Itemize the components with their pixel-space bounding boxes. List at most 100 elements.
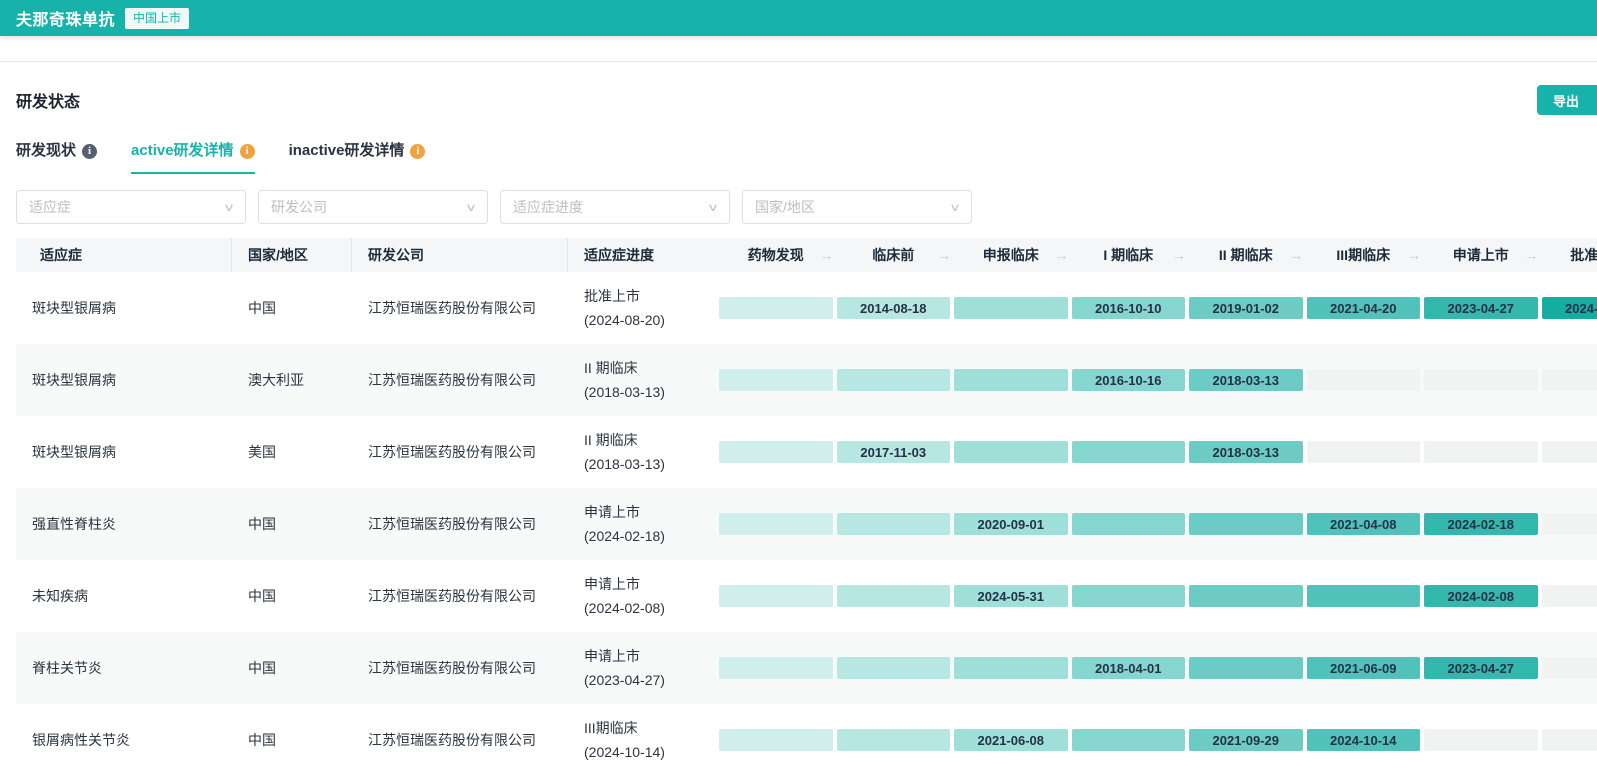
phase-bar: 2016-10-16 — [1072, 369, 1186, 391]
progress-cell: 申请上市(2024-02-18) — [568, 500, 717, 548]
chevron-down-icon: ∨ — [465, 201, 477, 214]
arrow-right-icon: → — [1055, 247, 1069, 263]
phase-bar — [1542, 513, 1597, 535]
arrow-right-icon: → — [1290, 247, 1304, 263]
phase-cell — [1305, 441, 1423, 463]
phase-bar — [1072, 585, 1186, 607]
indication-cell: 斑块型银屑病 — [16, 442, 232, 462]
phase-cell — [1540, 369, 1597, 391]
phase-bar: 2021-04-08 — [1307, 513, 1421, 535]
indication-cell: 银屑病性关节炎 — [16, 730, 232, 750]
subheader-strip — [0, 36, 1597, 62]
info-icon[interactable]: i — [240, 144, 255, 159]
filter-bar: 适应症∨ 研发公司 ∨ 适应症进度∨ 国家/地区∨ — [0, 174, 1597, 224]
phase-bar — [1189, 585, 1303, 607]
progress-status: 申请上市 — [584, 500, 717, 524]
phase-label: III期临床 — [1336, 245, 1390, 265]
phase-cell — [1305, 369, 1423, 391]
phase-bar — [1424, 729, 1538, 751]
arrow-right-icon: → — [1172, 247, 1186, 263]
phase-bar — [1072, 441, 1186, 463]
company-cell: 江苏恒瑞医药股份有限公司 — [352, 586, 568, 606]
tab-rd-overview[interactable]: 研发现状 i — [16, 142, 97, 174]
phase-cell: 2021-09-29 — [1187, 729, 1305, 751]
progress-cell: II 期临床(2018-03-13) — [568, 428, 717, 476]
phase-column-header: 药物发现 → — [717, 238, 835, 272]
table-row: 银屑病性关节炎中国江苏恒瑞医药股份有限公司III期临床(2024-10-14)2… — [16, 704, 1597, 762]
progress-date: (2023-04-27) — [584, 668, 717, 692]
phase-bar — [837, 657, 951, 679]
tab-bar: 研发现状 i active研发详情 i inactive研发详情 i — [0, 118, 1597, 174]
phase-bar — [837, 369, 951, 391]
export-button[interactable]: 导出 — [1537, 85, 1597, 115]
phase-label: I 期临床 — [1103, 245, 1153, 265]
table-row: 未知疾病中国江苏恒瑞医药股份有限公司申请上市(2024-02-08)2024-0… — [16, 560, 1597, 632]
drug-detail-page: 夫那奇珠单抗 中国上市 研发状态 导出 研发现状 i active研发详情 i … — [0, 0, 1597, 762]
phase-bar — [837, 585, 951, 607]
progress-date: (2024-02-08) — [584, 596, 717, 620]
progress-date: (2018-03-13) — [584, 452, 717, 476]
chevron-down-icon: ∨ — [949, 201, 961, 214]
tab-inactive-rd-details[interactable]: inactive研发详情 i — [289, 142, 426, 174]
phase-header-group: 药物发现→临床前→申报临床→I 期临床→II 期临床→III期临床→申请上市→批… — [717, 238, 1597, 272]
phase-bar: 2014-08-18 — [837, 297, 951, 319]
phase-cell — [1540, 441, 1597, 463]
phase-cell: 2023-04-27 — [1422, 297, 1540, 319]
col-header-region: 国家/地区 — [232, 238, 352, 272]
company-cell: 江苏恒瑞医药股份有限公司 — [352, 298, 568, 318]
filter-select-1[interactable]: 适应症∨ — [16, 190, 246, 224]
phase-column-header: 申请上市→ — [1422, 238, 1540, 272]
info-icon[interactable]: i — [82, 144, 97, 159]
phase-cell — [717, 297, 835, 319]
filter-select-2[interactable]: 研发公司 ∨ — [258, 190, 488, 224]
company-cell: 江苏恒瑞医药股份有限公司 — [352, 658, 568, 678]
phase-cell — [1540, 657, 1597, 679]
table-row: 斑块型银屑病中国江苏恒瑞医药股份有限公司批准上市(2024-08-20)2014… — [16, 272, 1597, 344]
phase-bar — [1542, 441, 1597, 463]
tab-label: 研发现状 — [16, 142, 76, 160]
phase-bar — [719, 729, 833, 751]
tab-active-rd-details[interactable]: active研发详情 i — [131, 142, 255, 174]
phase-cell: 2021-04-20 — [1305, 297, 1423, 319]
phase-cell: 2024-08-20 — [1540, 297, 1597, 319]
phase-bar: 2017-11-03 — [837, 441, 951, 463]
section-header: 研发状态 导出 — [0, 62, 1597, 118]
phase-cell — [1070, 729, 1188, 751]
phase-bar: 2024-10-14 — [1307, 729, 1421, 751]
phase-cell: 2018-03-13 — [1187, 369, 1305, 391]
phase-cell — [1540, 729, 1597, 751]
phase-cell: 2014-08-18 — [835, 297, 953, 319]
region-cell: 中国 — [232, 514, 352, 534]
phase-bar — [1542, 369, 1597, 391]
filter-placeholder: 研发公司 — [271, 197, 327, 217]
filter-select-4[interactable]: 国家/地区∨ — [742, 190, 972, 224]
progress-cell: II 期临床(2018-03-13) — [568, 356, 717, 404]
phase-bar — [1542, 729, 1597, 751]
phase-cell: 2021-04-08 — [1305, 513, 1423, 535]
phase-cell: 2018-04-01 — [1070, 657, 1188, 679]
arrow-right-icon: → — [820, 247, 834, 263]
indication-cell: 未知疾病 — [16, 586, 232, 606]
region-cell: 中国 — [232, 586, 352, 606]
phase-bar — [719, 441, 833, 463]
info-icon[interactable]: i — [410, 144, 425, 159]
phase-cell — [835, 729, 953, 751]
progress-cell: III期临床(2024-10-14) — [568, 716, 717, 762]
phase-bar — [1307, 441, 1421, 463]
progress-status: III期临床 — [584, 716, 717, 740]
progress-status: 申请上市 — [584, 644, 717, 668]
table-row: 强直性脊柱炎中国江苏恒瑞医药股份有限公司申请上市(2024-02-18)2020… — [16, 488, 1597, 560]
phase-cell: 2023-04-27 — [1422, 657, 1540, 679]
progress-status: 批准上市 — [584, 284, 717, 308]
filter-select-3[interactable]: 适应症进度∨ — [500, 190, 730, 224]
phase-cell — [717, 513, 835, 535]
phase-cell — [952, 297, 1070, 319]
phase-cell — [1422, 729, 1540, 751]
company-cell: 江苏恒瑞医药股份有限公司 — [352, 370, 568, 390]
phase-bar: 2024-02-08 — [1424, 585, 1538, 607]
phase-cell: 2021-06-08 — [952, 729, 1070, 751]
phase-bar — [954, 657, 1068, 679]
phase-bar — [1307, 369, 1421, 391]
phase-cell: 2021-06-09 — [1305, 657, 1423, 679]
phase-label: 药物发现 — [748, 245, 804, 265]
